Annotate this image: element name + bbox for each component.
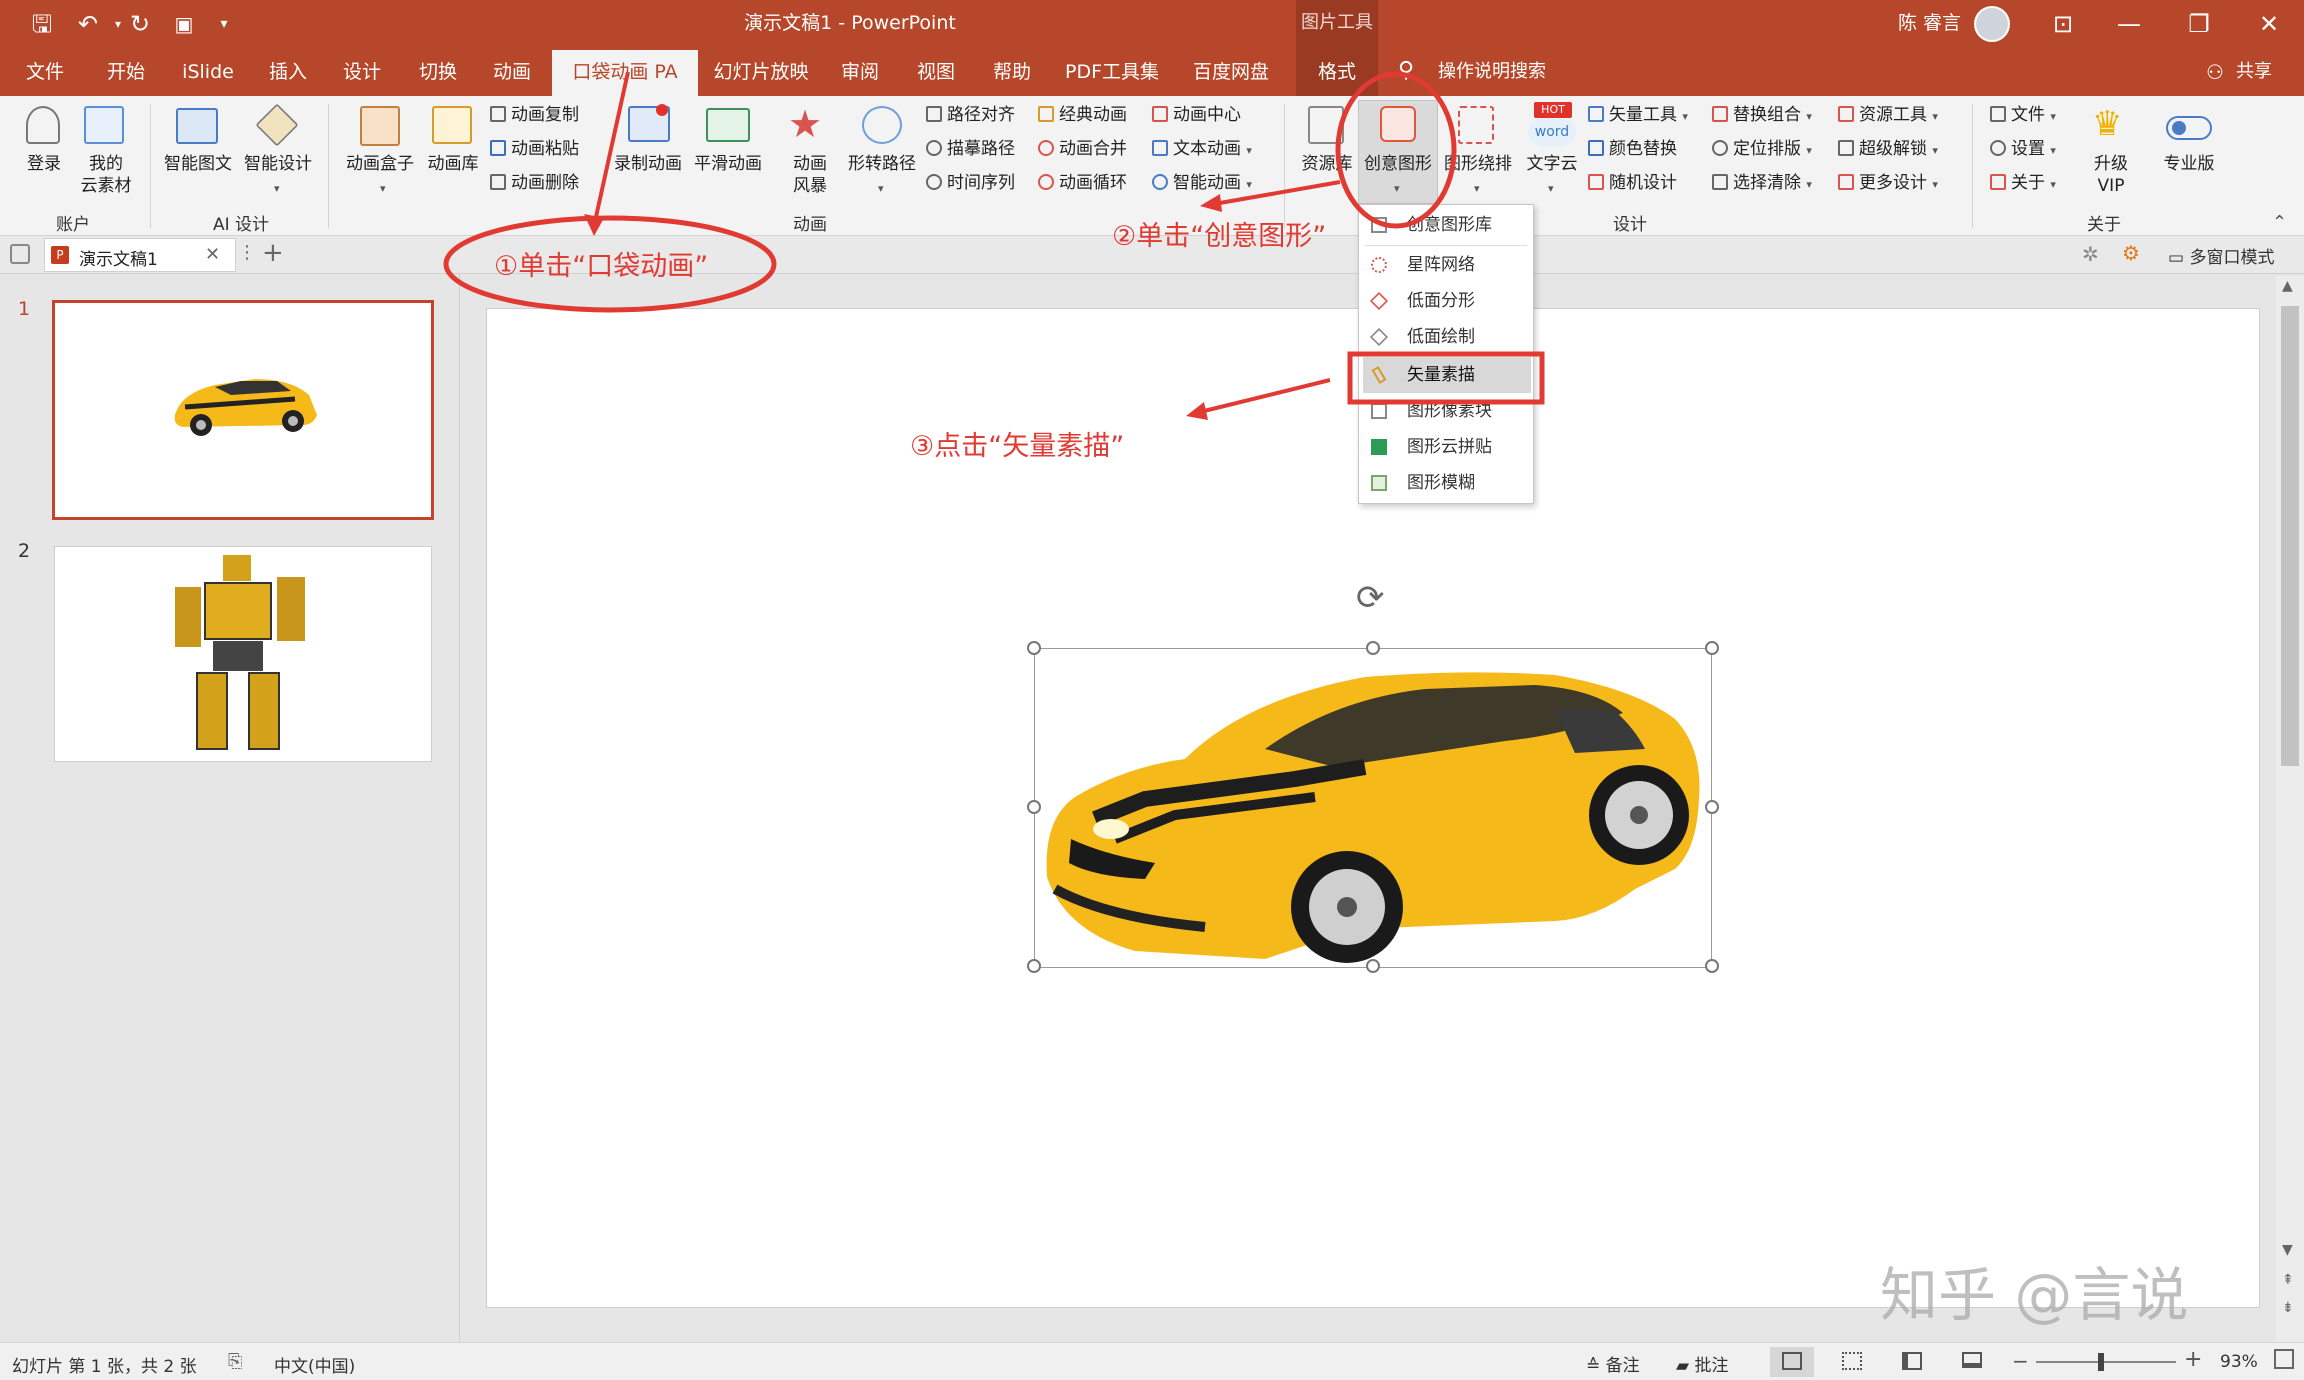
annotation-overlay (443, 71, 1545, 420)
annotation-arrowhead-2 (1200, 194, 1222, 212)
zoom-out-icon[interactable]: − (2012, 1349, 2029, 1373)
annotation-arrow-3 (1199, 378, 1331, 414)
zoom-level[interactable]: 93% (2220, 1352, 2258, 1372)
annotation-step-2: ②单击“创意图形” (1112, 221, 1327, 252)
annotation-box-3 (1347, 351, 1545, 405)
slide-sorter-icon[interactable] (1842, 1352, 1862, 1370)
zoom-slider-track[interactable] (2036, 1361, 2176, 1363)
accessibility-icon[interactable]: ⎘ (228, 1351, 242, 1372)
normal-view-icon (1782, 1352, 1802, 1370)
notes-label: 备注 (1605, 1356, 1640, 1376)
zoom-slider-thumb[interactable] (2098, 1353, 2104, 1371)
slide-count-status: 幻灯片 第 1 张，共 2 张 (12, 1357, 197, 1377)
annotation-step-3: ③点击“矢量素描” (910, 431, 1125, 462)
annotation-step-1: ①单击“口袋动画” (494, 251, 709, 282)
language-status[interactable]: 中文(中国) (274, 1352, 355, 1377)
annotation-arrowhead-3 (1186, 402, 1208, 420)
slideshow-icon[interactable] (1962, 1352, 1982, 1368)
comments-label: 批注 (1694, 1356, 1729, 1376)
zoom-in-icon[interactable]: + (2184, 1347, 2202, 1372)
annotation-arrow-2 (1213, 180, 1341, 206)
annotation-arrow-1 (592, 71, 630, 227)
fit-to-window-icon[interactable] (2274, 1349, 2294, 1369)
annotation-ellipse-2 (1335, 71, 1457, 229)
comments-button[interactable]: ▰ 批注 (1676, 1351, 1728, 1376)
status-bar: 幻灯片 第 1 张，共 2 张 ⎘ 中文(中国) ≙ 备注 ▰ 批注 − + 9… (0, 1342, 2304, 1380)
notes-button[interactable]: ≙ 备注 (1586, 1351, 1640, 1376)
reading-view-icon[interactable] (1902, 1352, 1922, 1370)
